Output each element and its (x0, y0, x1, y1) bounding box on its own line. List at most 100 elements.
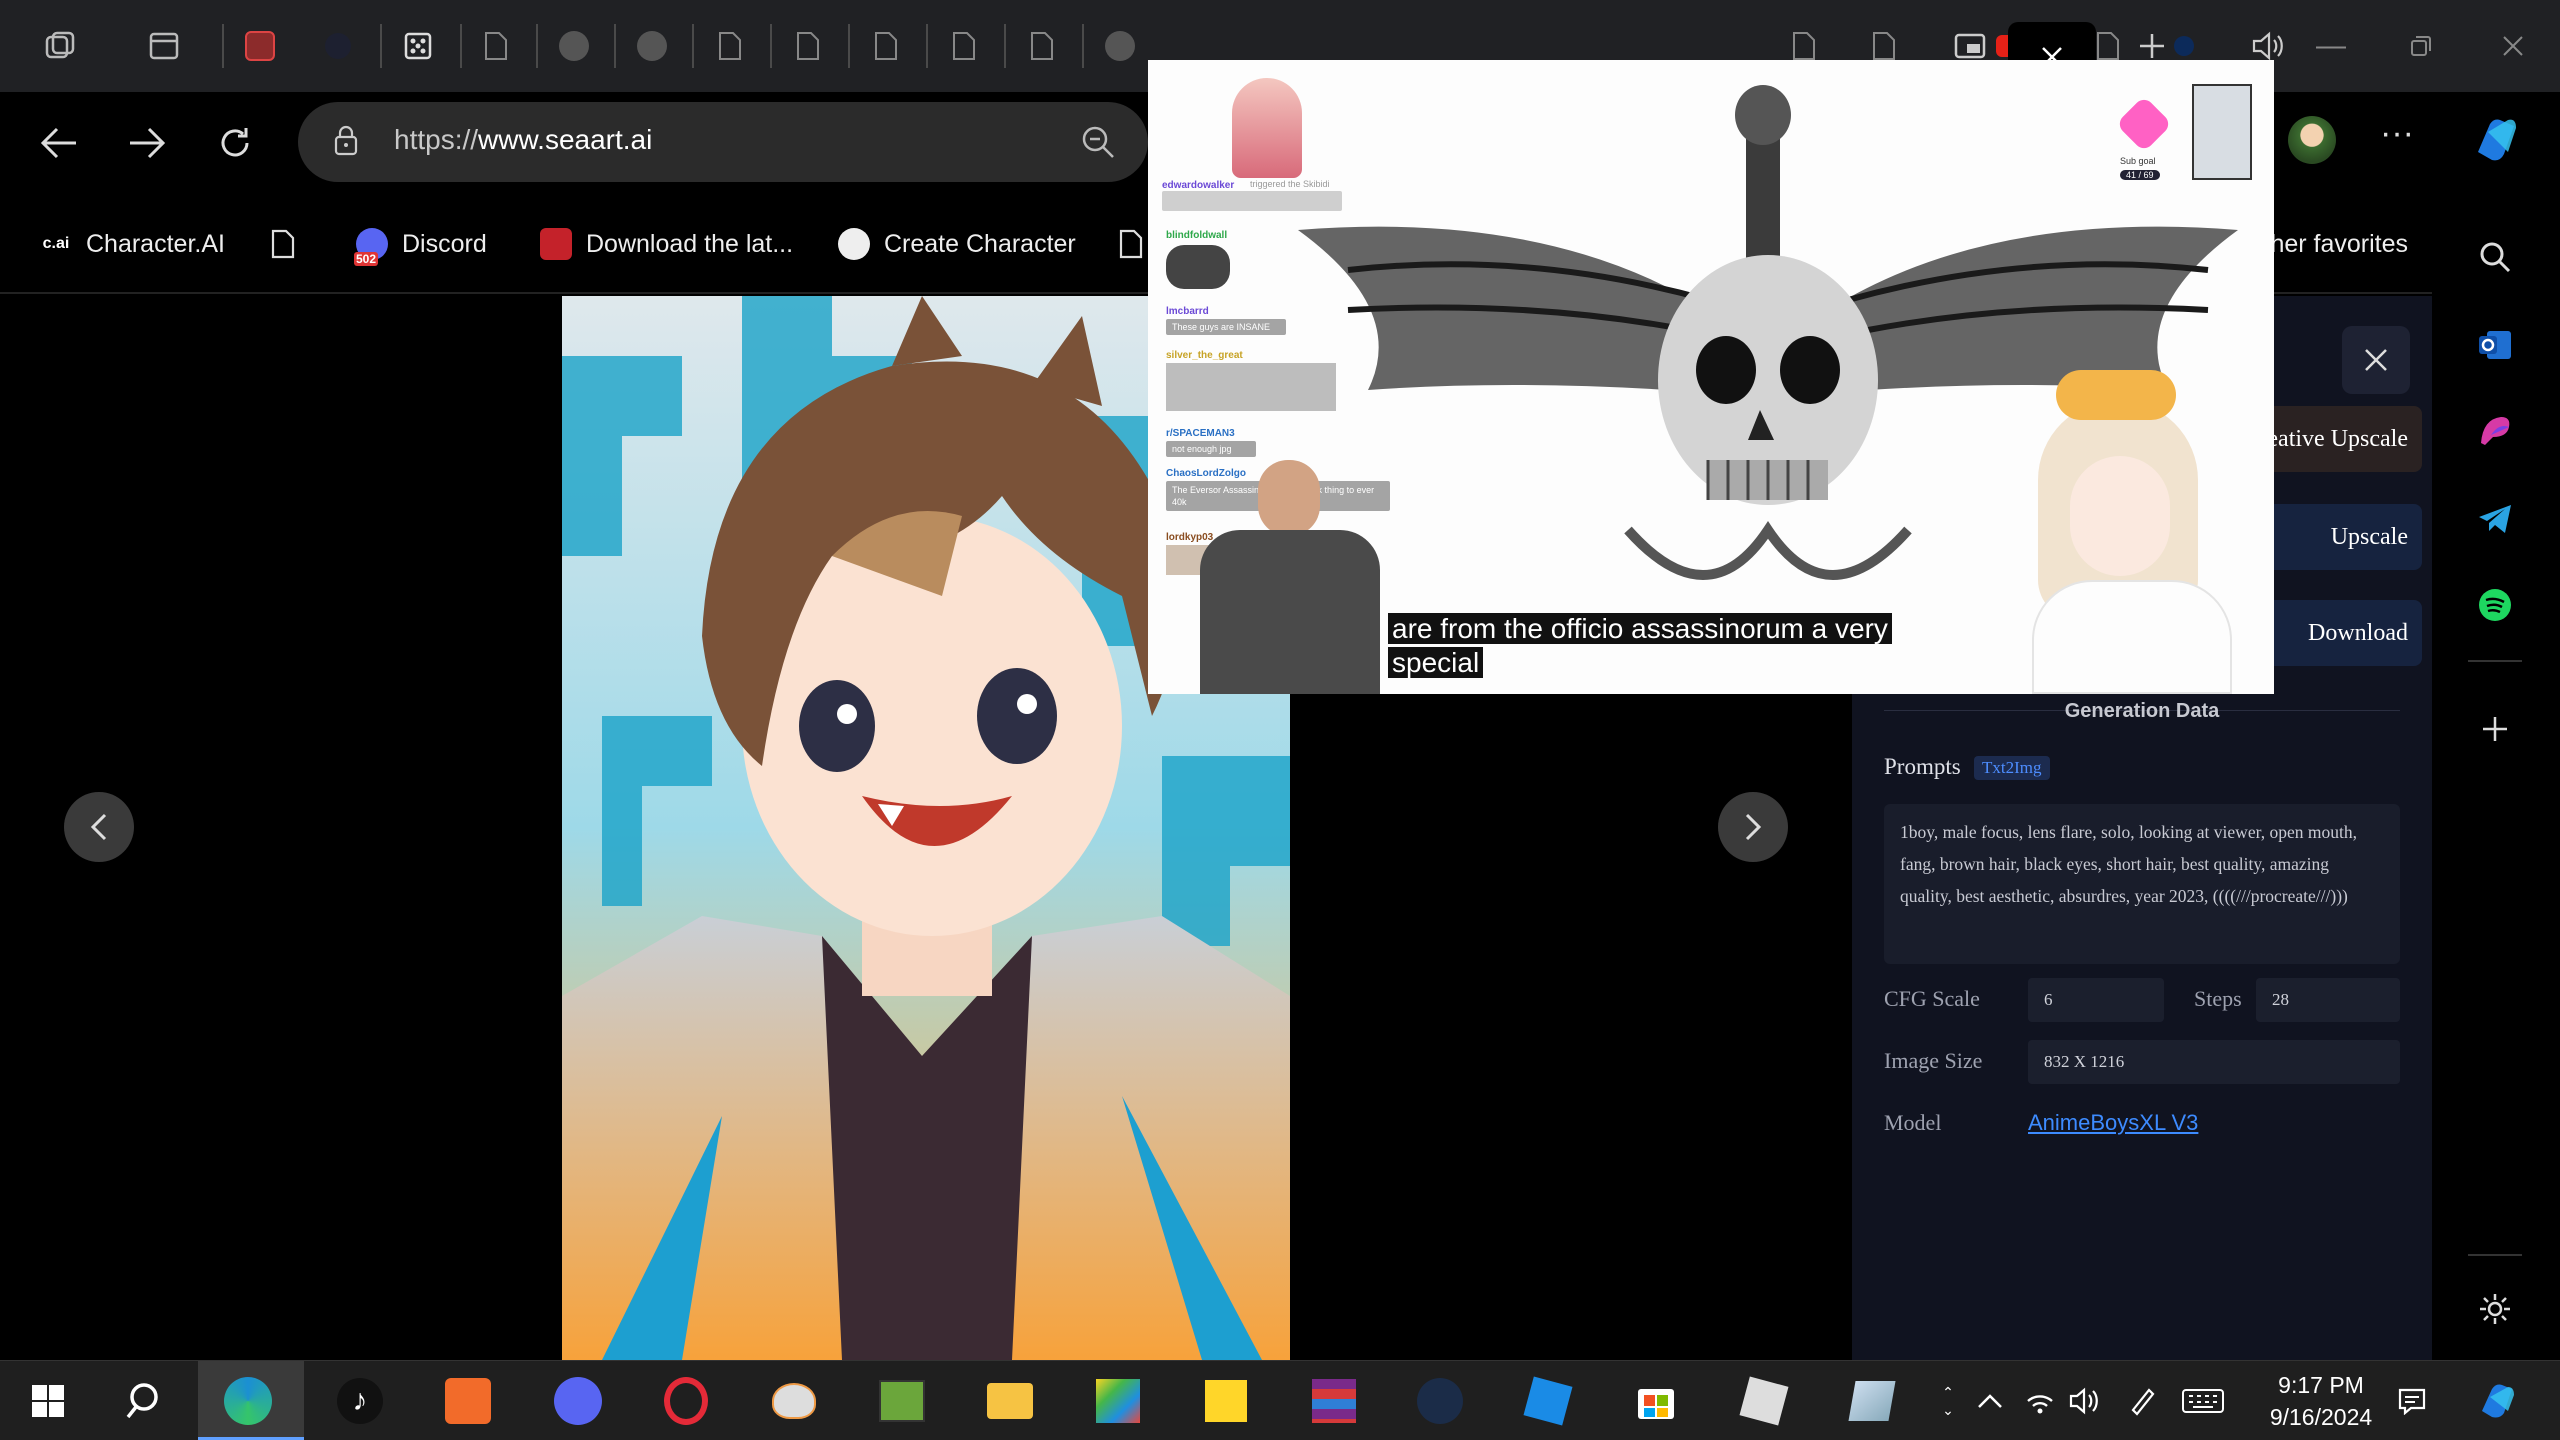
tiktok-icon[interactable]: ♪ (334, 1375, 386, 1427)
paint-palette-icon[interactable] (768, 1375, 820, 1427)
tab-seaart-icon[interactable] (1096, 22, 1144, 70)
edge-browser-icon[interactable] (222, 1375, 274, 1427)
volume-icon[interactable] (2066, 1383, 2102, 1419)
address-bar[interactable]: https://www.seaart.ai (298, 102, 1148, 182)
favorite-label: Discord (402, 229, 487, 258)
telegram-icon[interactable] (2472, 496, 2518, 542)
favorite-page[interactable] (270, 222, 296, 266)
tab-page-icon[interactable] (472, 22, 520, 70)
cfg-scale-value: 6 (2028, 978, 2164, 1022)
touch-app-icon[interactable] (442, 1375, 494, 1427)
sub-goal-value: 41 / 69 (2120, 170, 2160, 180)
prompts-label: Prompts (1884, 754, 1961, 779)
sticky-notes-icon[interactable] (1200, 1375, 1252, 1427)
tab-actions-icon[interactable] (140, 22, 188, 70)
discord-icon[interactable] (552, 1375, 604, 1427)
image-editor-icon[interactable] (876, 1375, 928, 1427)
wifi-icon[interactable] (2022, 1383, 2058, 1419)
more-menu-icon[interactable]: ··· (2372, 116, 2422, 162)
tab-circle[interactable] (314, 22, 362, 70)
maximize-button[interactable] (2386, 22, 2456, 70)
add-sidebar-app-icon[interactable] (2472, 706, 2518, 752)
designer-icon[interactable] (2472, 408, 2518, 454)
url-text[interactable]: https://www.seaart.ai (394, 124, 652, 156)
spotify-icon[interactable] (2472, 582, 2518, 628)
panel-close-button[interactable] (2342, 326, 2410, 394)
chat-message: lmcbarrd These guys are INSANE (1166, 306, 1286, 335)
tab-page-icon[interactable] (862, 22, 910, 70)
windows-taskbar: ♪ ⌃ ⌄ 9:17 PM 9/16/2024 (0, 1360, 2560, 1440)
clock-date: 9/16/2024 (2269, 1404, 2373, 1430)
prompt-text[interactable]: 1boy, male focus, lens flare, solo, look… (1884, 804, 2400, 964)
windows-start-icon[interactable] (22, 1375, 74, 1427)
favorite-label: Character.AI (86, 229, 225, 258)
chevron-up-icon[interactable] (1972, 1383, 2008, 1419)
creative-upscale-button[interactable]: Creative Upscale (2252, 406, 2422, 472)
opera-icon[interactable] (660, 1375, 712, 1427)
favorite-label: Create Character (884, 229, 1076, 258)
favorite-label: Download the lat... (586, 229, 794, 258)
keyboard-icon[interactable] (2178, 1383, 2228, 1419)
pip-video-window[interactable]: edwardowalker triggered the Skibidi blin… (1148, 60, 2274, 694)
tab-seaart-icon[interactable] (550, 22, 598, 70)
character-ai-icon: c.ai (42, 235, 70, 252)
tab-page-icon[interactable] (706, 22, 754, 70)
chat-message: r/SPACEMAN3 not enough jpg (1166, 428, 1256, 457)
chat-text: These guys are INSANE (1166, 319, 1286, 335)
favorite-download[interactable]: Download the lat... (540, 222, 793, 266)
model-link[interactable]: AnimeBoysXL V3 (2028, 1110, 2198, 1136)
sidebar-divider (2468, 1254, 2522, 1256)
search-icon[interactable] (118, 1375, 170, 1427)
favorite-page[interactable] (1118, 222, 1144, 266)
chat-sticker (1166, 363, 1336, 411)
workspaces-icon[interactable] (36, 22, 84, 70)
settings-gear-icon[interactable] (2472, 1286, 2518, 1332)
previous-image-button[interactable] (64, 792, 134, 862)
caption-line: are from the officio assassinorum a very (1388, 613, 1892, 644)
zoom-icon[interactable] (1078, 122, 1118, 162)
taskbar-scroll-icon[interactable]: ⌃ ⌄ (1930, 1383, 1966, 1419)
chat-message: edwardowalker triggered the Skibidi (1162, 179, 1342, 211)
tab-page-icon[interactable] (940, 22, 988, 70)
button-label: Download (2308, 619, 2408, 646)
pen-icon[interactable] (2124, 1383, 2160, 1419)
copilot-icon[interactable] (2468, 112, 2524, 168)
copilot-icon[interactable] (2474, 1383, 2522, 1419)
tab-dice[interactable] (394, 22, 442, 70)
window-close-button[interactable] (2478, 22, 2548, 70)
tab-seaart-icon[interactable] (628, 22, 676, 70)
favorite-character-ai[interactable]: c.ai Character.AI (40, 222, 225, 266)
roblox-icon[interactable] (1738, 1375, 1790, 1427)
favorite-discord[interactable]: 502 Discord (354, 222, 487, 266)
refresh-button[interactable] (202, 110, 268, 176)
search-icon[interactable] (2472, 234, 2518, 280)
forward-button[interactable] (114, 110, 180, 176)
upscale-button[interactable]: Upscale (2252, 504, 2422, 570)
download-button[interactable]: Download (2252, 600, 2422, 666)
tab-page-icon[interactable] (1018, 22, 1066, 70)
steps-value: 28 (2256, 978, 2400, 1022)
bluestacks-icon[interactable] (1092, 1375, 1144, 1427)
file-explorer-icon[interactable] (984, 1375, 1036, 1427)
minimize-button[interactable]: — (2296, 22, 2366, 70)
clock-time: 9:17 PM (2278, 1372, 2364, 1398)
notification-icon[interactable] (2394, 1383, 2430, 1419)
heart-icon (2115, 95, 2173, 153)
outlook-icon[interactable] (2472, 322, 2518, 368)
button-label: Upscale (2330, 523, 2408, 550)
generation-data-title: Generation Data (2064, 700, 2220, 722)
chat-text: not enough jpg (1166, 441, 1256, 457)
tab-page-icon[interactable] (784, 22, 832, 70)
lock-icon[interactable] (334, 124, 358, 156)
profile-avatar[interactable] (2288, 116, 2336, 164)
next-image-button[interactable] (1718, 792, 1788, 862)
favorite-create-character[interactable]: Create Character (838, 222, 1076, 266)
microsoft-store-icon[interactable] (1630, 1375, 1682, 1427)
app-cube-icon[interactable] (1846, 1375, 1898, 1427)
tab-edit[interactable] (236, 22, 284, 70)
winrar-icon[interactable] (1308, 1375, 1360, 1427)
back-button[interactable] (26, 110, 92, 176)
steam-icon[interactable] (1414, 1375, 1466, 1427)
system-clock[interactable]: 9:17 PM 9/16/2024 (2236, 1369, 2406, 1433)
roblox-studio-icon[interactable] (1522, 1375, 1574, 1427)
